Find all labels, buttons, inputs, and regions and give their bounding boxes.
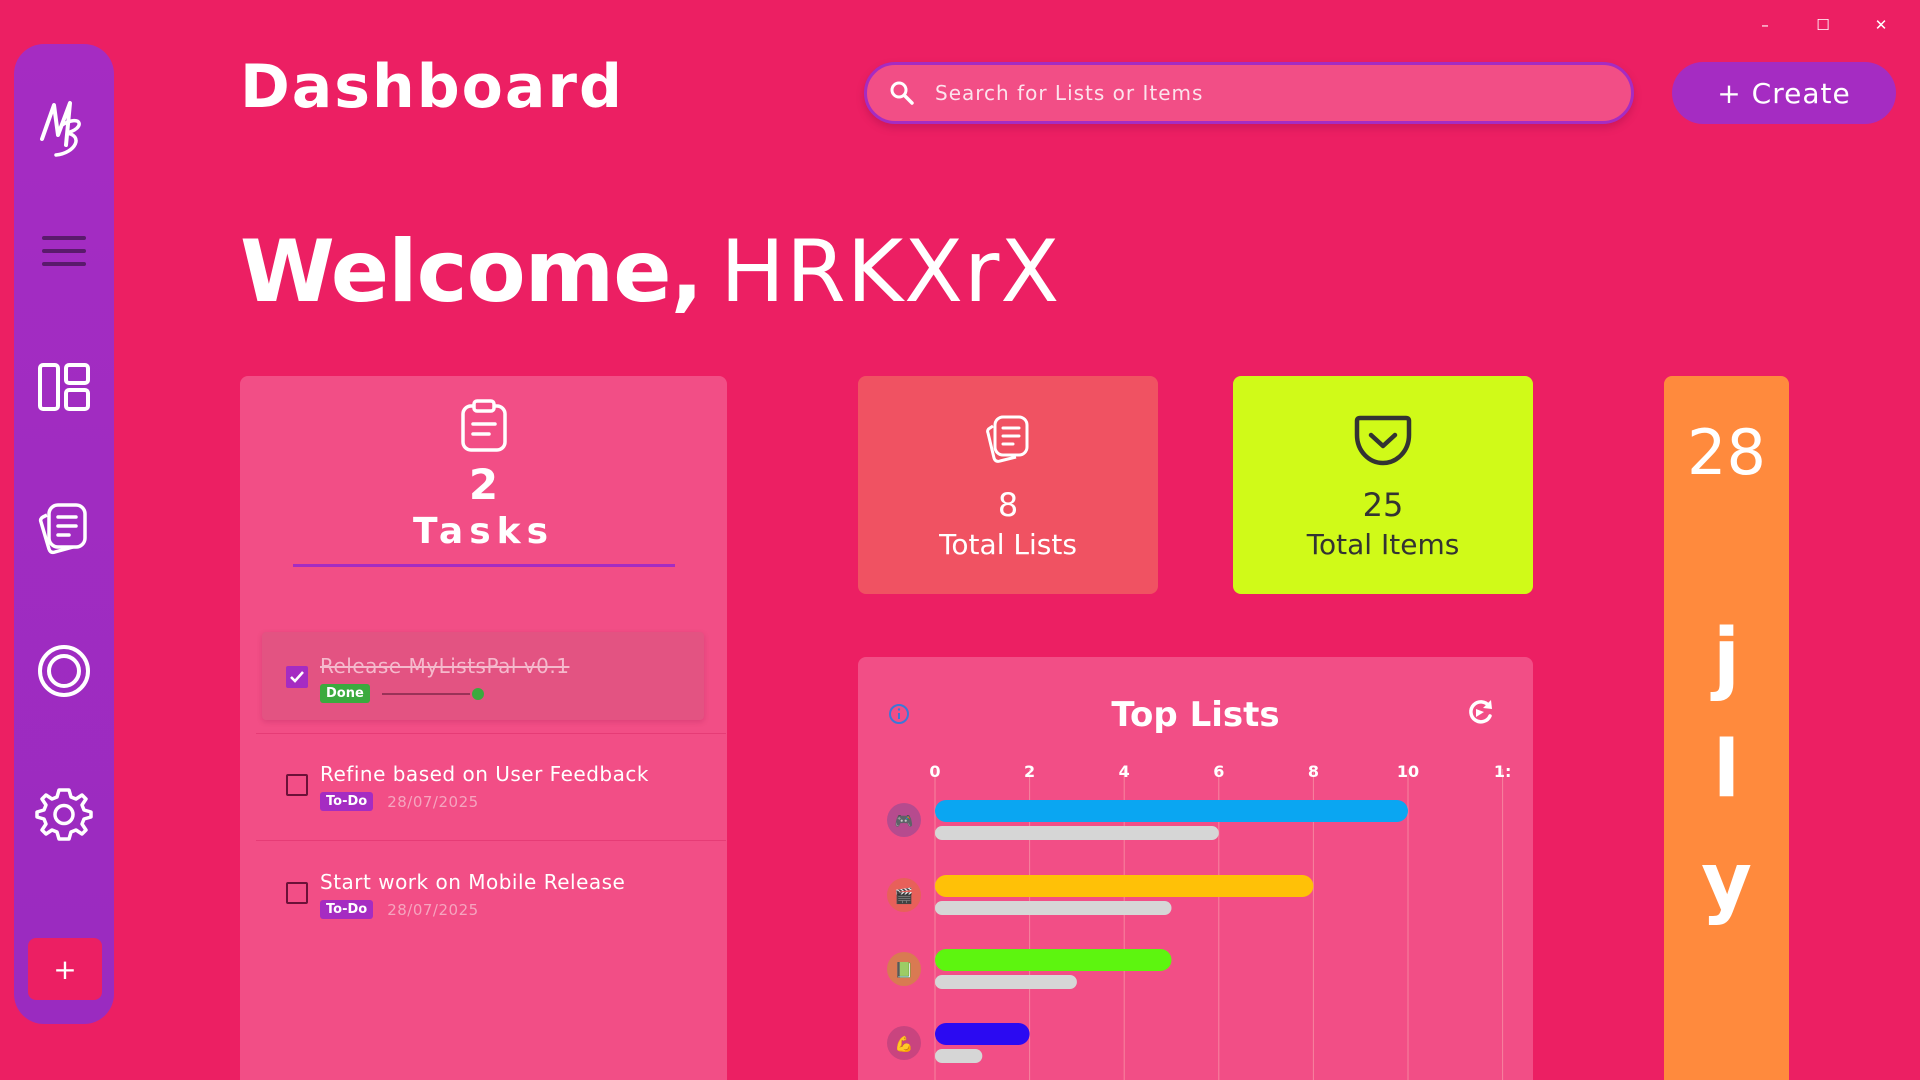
tasks-underline [292,564,675,567]
search-input[interactable] [935,81,1575,105]
sidebar: + [14,44,114,1024]
top-lists-chart-card: Top Lists 0 2 4 6 8 10 1: 🎮 🎬 📗 💪 [858,657,1533,1080]
status-badge: To-Do [320,792,374,811]
minimize-button[interactable]: – [1736,10,1794,40]
total-lists-label: Total Lists [939,528,1077,561]
books-icon-glyph: 📗 [895,961,914,979]
chart-bar [935,949,1172,971]
sidebar-item-circle[interactable] [31,638,97,704]
task-item[interactable]: Refine based on User Feedback To-Do 28/0… [262,740,704,828]
welcome-heading: Welcome, HRKXrX [240,222,1060,322]
task-item[interactable]: Release MyListsPal v0.1 Done [262,632,704,720]
search-bar[interactable] [864,62,1634,124]
task-checkbox[interactable] [286,882,308,904]
maximize-button[interactable]: ☐ [1794,10,1852,40]
tasks-header: 2 Tasks [240,376,727,567]
total-items-value: 25 [1362,486,1404,524]
page-title: Dashboard [240,52,624,122]
tasks-count: 2 [468,460,499,509]
chart-tick-label: 4 [1119,762,1130,781]
status-badge: Done [320,684,370,703]
app-logo[interactable] [32,88,96,168]
close-button[interactable]: ✕ [1852,10,1910,40]
sidebar-item-menu[interactable] [31,218,97,284]
task-checkbox[interactable] [286,774,308,796]
sidebar-item-dashboard[interactable] [31,354,97,420]
sidebar-add-button[interactable]: + [28,938,102,1000]
task-title: Release MyListsPal v0.1 [320,654,570,678]
task-divider [256,733,726,734]
total-lists-card[interactable]: 8 Total Lists [858,376,1158,594]
date-day: 28 [1687,416,1766,489]
tasks-card: 2 Tasks Release MyListsPal v0.1 Done Ref… [240,376,727,1080]
task-progress-dot [471,687,484,700]
chart-tick-label: 1: [1494,762,1512,781]
task-progress-line [381,692,470,695]
top-lists-chart: 0 2 4 6 8 10 1: 🎮 🎬 📗 💪 [887,762,1512,1080]
chart-tick-label: 8 [1308,762,1319,781]
movies-icon-glyph: 🎬 [895,887,914,905]
checkmark-icon [290,671,304,683]
tasks-label: Tasks [412,511,554,552]
welcome-username: HRKXrX [720,222,1061,322]
fitness-icon-glyph: 💪 [895,1035,914,1053]
date-letter: y [1701,837,1752,927]
task-date: 28/07/2025 [387,792,479,811]
status-badge: To-Do [320,900,374,919]
task-date: 28/07/2025 [387,900,479,919]
logo-mark-icon [40,101,81,157]
settings-icon [35,788,93,841]
total-items-card[interactable]: 25 Total Items [1233,376,1533,594]
chart-bar [935,800,1408,822]
pocket-icon [1354,415,1412,466]
task-title: Refine based on User Feedback [320,762,649,786]
date-strip: 28 j l y [1664,376,1789,1080]
clipboard-icon [460,399,507,452]
chart-tick-label: 2 [1024,762,1035,781]
chart-bar-secondary [935,1049,983,1063]
task-checkbox[interactable] [286,666,308,688]
chart-bar-secondary [935,975,1077,989]
chart-tick-label: 10 [1397,762,1419,781]
menu-icon [42,236,86,266]
chart-bar [935,1023,1030,1045]
lists-icon [986,415,1029,463]
create-button[interactable]: + Create [1672,62,1896,124]
circle-icon [38,645,90,697]
date-letter: j [1713,613,1740,703]
task-title: Start work on Mobile Release [320,870,626,894]
dashboard-icon [38,363,90,411]
chart-bar [935,875,1314,897]
chart-tick-label: 6 [1213,762,1224,781]
window-controls: – ☐ ✕ [1736,10,1910,40]
total-lists-value: 8 [997,486,1019,524]
search-icon [890,81,914,105]
lists-icon [38,503,87,555]
task-divider [256,840,726,841]
chart-bar-secondary [935,901,1172,915]
chart-bar-secondary [935,826,1219,840]
welcome-greeting: Welcome, [240,222,703,322]
date-letter: l [1713,725,1740,815]
chart-tick-label: 0 [929,762,940,781]
sidebar-item-settings[interactable] [31,780,97,846]
task-item[interactable]: Start work on Mobile Release To-Do 28/07… [262,848,704,936]
games-icon-glyph: 🎮 [895,812,914,830]
total-items-label: Total Items [1306,528,1460,561]
sidebar-item-lists[interactable] [31,496,97,562]
